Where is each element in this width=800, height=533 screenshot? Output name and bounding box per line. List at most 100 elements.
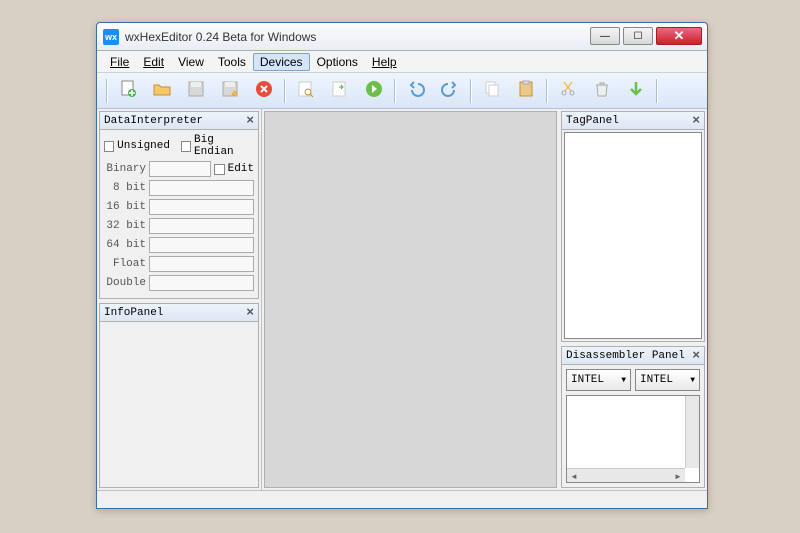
bit8-input[interactable]	[149, 180, 254, 196]
toolbar-separator	[284, 79, 286, 103]
panel-close-icon[interactable]: ×	[692, 113, 700, 128]
find-button[interactable]	[290, 77, 322, 105]
info-panel-header[interactable]: InfoPanel ×	[100, 304, 258, 322]
statusbar	[97, 490, 707, 508]
open-file-button[interactable]	[146, 77, 178, 105]
float-input[interactable]	[149, 256, 254, 272]
disassembler-header[interactable]: Disassembler Panel ×	[562, 347, 704, 365]
file-new-icon	[118, 79, 138, 102]
titlebar[interactable]: wx wxHexEditor 0.24 Beta for Windows — ☐…	[97, 23, 707, 51]
binary-input[interactable]	[149, 161, 211, 177]
maximize-button[interactable]: ☐	[623, 27, 653, 45]
disassembler-panel: Disassembler Panel × INTEL▼ INTEL▼ ◄ ►	[561, 346, 705, 488]
app-window: wx wxHexEditor 0.24 Beta for Windows — ☐…	[96, 22, 708, 509]
bit16-input[interactable]	[149, 199, 254, 215]
undo-button[interactable]	[400, 77, 432, 105]
disassembler-body: INTEL▼ INTEL▼ ◄ ►	[562, 365, 704, 487]
bit64-label: 64 bit	[104, 239, 146, 251]
menu-file[interactable]: File	[103, 53, 136, 71]
save-as-icon	[220, 79, 240, 102]
data-interpreter-panel: DataInterpreter × Unsigned Big Endian Bi…	[99, 111, 259, 299]
toolbar-separator	[106, 79, 108, 103]
big-endian-checkbox[interactable]	[181, 141, 191, 152]
binary-label: Binary	[104, 163, 146, 175]
toolbar-separator	[546, 79, 548, 103]
redo-icon	[440, 79, 460, 102]
minimize-button[interactable]: —	[590, 27, 620, 45]
panel-title: DataInterpreter	[104, 115, 246, 127]
save-icon	[186, 79, 206, 102]
right-column: TagPanel × Disassembler Panel × INTEL▼ I…	[559, 109, 707, 490]
window-controls: — ☐ ✕	[590, 28, 707, 45]
paste-icon	[516, 79, 536, 102]
replace-button[interactable]	[324, 77, 356, 105]
panel-close-icon[interactable]: ×	[246, 113, 254, 128]
chevron-down-icon: ▼	[690, 376, 695, 385]
scroll-right-icon[interactable]: ►	[671, 469, 685, 483]
copy-button[interactable]	[476, 77, 508, 105]
window-title: wxHexEditor 0.24 Beta for Windows	[125, 30, 590, 44]
disassembler-arch-select[interactable]: INTEL▼	[566, 369, 631, 391]
goto-button[interactable]	[358, 77, 390, 105]
tag-list[interactable]	[564, 132, 702, 339]
disassembler-listing[interactable]: ◄ ►	[566, 395, 700, 483]
bit16-label: 16 bit	[104, 201, 146, 213]
unsigned-checkbox[interactable]	[104, 141, 114, 152]
menu-help[interactable]: Help	[365, 53, 404, 71]
data-interpreter-header[interactable]: DataInterpreter ×	[100, 112, 258, 130]
copy-icon	[482, 79, 502, 102]
float-label: Float	[104, 258, 146, 270]
undo-icon	[406, 79, 426, 102]
tag-panel-header[interactable]: TagPanel ×	[562, 112, 704, 130]
app-icon: wx	[103, 29, 119, 45]
horizontal-scrollbar[interactable]: ◄ ►	[567, 468, 685, 482]
delete-button[interactable]	[586, 77, 618, 105]
data-interpreter-body: Unsigned Big Endian Binary Edit 8 bit 16…	[100, 130, 258, 298]
folder-open-icon	[152, 79, 172, 102]
scroll-left-icon[interactable]: ◄	[567, 469, 581, 483]
info-panel: InfoPanel ×	[99, 303, 259, 488]
vertical-scrollbar[interactable]	[685, 396, 699, 468]
info-panel-body	[100, 322, 258, 487]
cut-button[interactable]	[552, 77, 584, 105]
big-endian-label: Big Endian	[194, 134, 254, 158]
close-file-icon	[254, 79, 274, 102]
cut-icon	[558, 79, 578, 102]
bit32-input[interactable]	[149, 218, 254, 234]
replace-icon	[330, 79, 350, 102]
redo-button[interactable]	[434, 77, 466, 105]
paste-button[interactable]	[510, 77, 542, 105]
left-column: DataInterpreter × Unsigned Big Endian Bi…	[97, 109, 262, 490]
bit64-input[interactable]	[149, 237, 254, 253]
new-file-button[interactable]	[112, 77, 144, 105]
menu-options[interactable]: Options	[310, 53, 365, 71]
insert-button[interactable]	[620, 77, 652, 105]
close-file-button[interactable]	[248, 77, 280, 105]
save-button[interactable]	[180, 77, 212, 105]
menu-devices[interactable]: Devices	[253, 53, 310, 71]
save-as-button[interactable]	[214, 77, 246, 105]
menubar: File Edit View Tools Devices Options Hel…	[97, 51, 707, 73]
chevron-down-icon: ▼	[621, 376, 626, 385]
panel-title: TagPanel	[566, 115, 692, 127]
edit-checkbox[interactable]	[214, 164, 225, 175]
panel-close-icon[interactable]: ×	[692, 348, 700, 363]
goto-icon	[364, 79, 384, 102]
panel-close-icon[interactable]: ×	[246, 305, 254, 320]
menu-view[interactable]: View	[171, 53, 211, 71]
toolbar-separator	[470, 79, 472, 103]
find-icon	[296, 79, 316, 102]
toolbar-separator	[394, 79, 396, 103]
disassembler-syntax-select[interactable]: INTEL▼	[635, 369, 700, 391]
unsigned-label: Unsigned	[117, 140, 170, 152]
trash-icon	[592, 79, 612, 102]
double-input[interactable]	[149, 275, 254, 291]
edit-label: Edit	[228, 163, 254, 175]
hex-editor-area[interactable]	[264, 111, 557, 488]
menu-tools[interactable]: Tools	[211, 53, 253, 71]
menu-edit[interactable]: Edit	[136, 53, 171, 71]
close-button[interactable]: ✕	[656, 27, 702, 45]
client-area: DataInterpreter × Unsigned Big Endian Bi…	[97, 109, 707, 490]
panel-title: Disassembler Panel	[566, 350, 692, 362]
toolbar-separator	[656, 79, 658, 103]
